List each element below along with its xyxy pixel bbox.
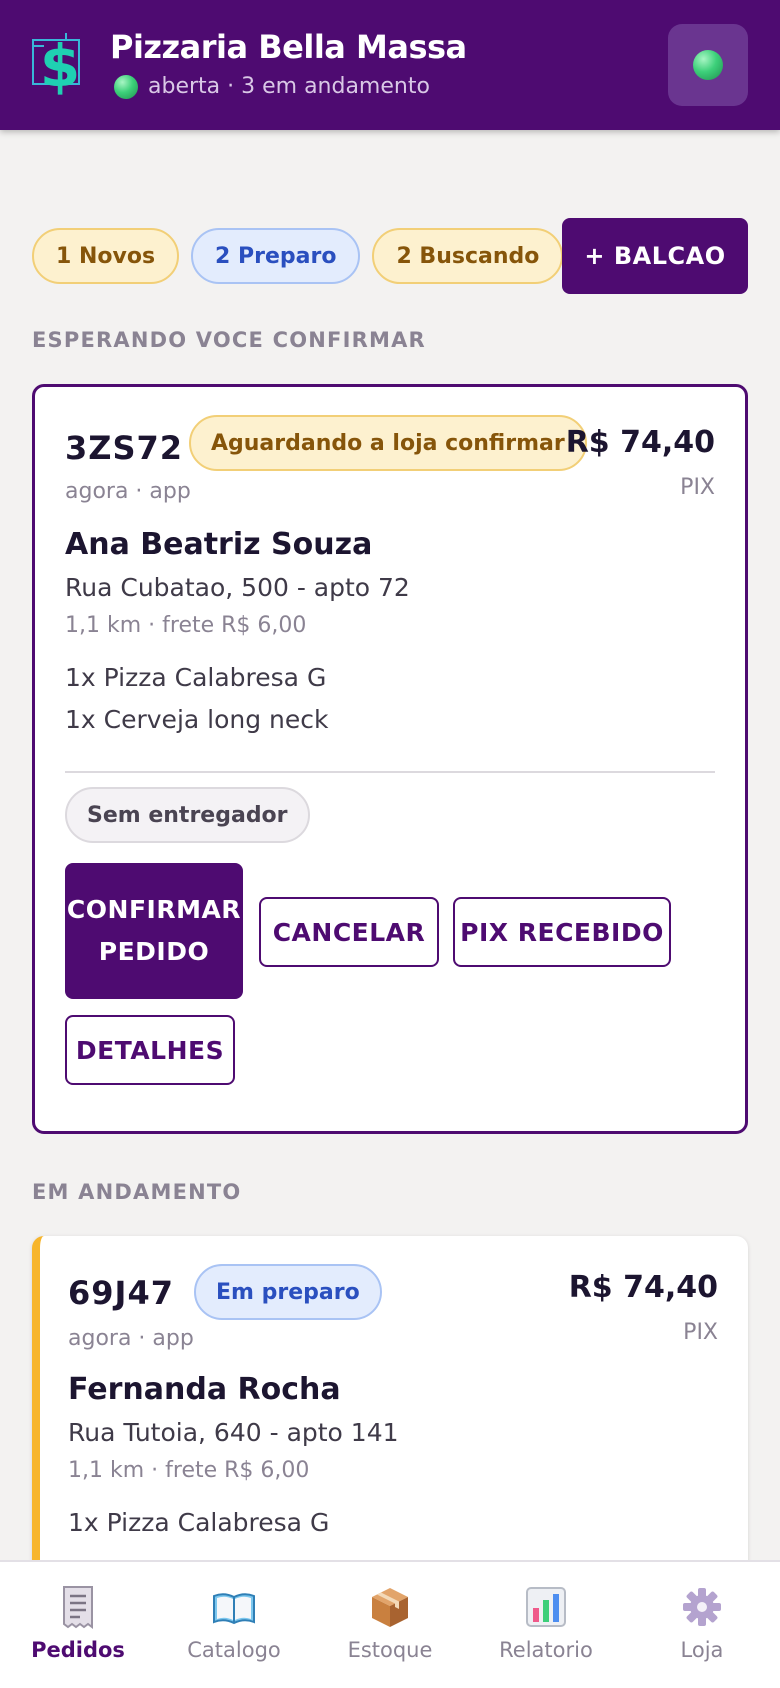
order-code: 69J47 [68, 1274, 174, 1312]
confirm-order-label-line2: PEDIDO [98, 937, 210, 966]
filter-chip-preparo[interactable]: 2 Preparo [191, 228, 361, 284]
order-details-button[interactable]: DETALHES [65, 1015, 235, 1085]
order-item: 1x Cerveja long neck [65, 705, 329, 734]
status-badge: Aguardando a loja confirmar [189, 415, 587, 471]
nav-item-catalogo[interactable]: Catalogo [156, 1562, 312, 1688]
nav-item-pedidos[interactable]: Pedidos [0, 1562, 156, 1688]
order-item: 1x Pizza Calabresa G [68, 1508, 330, 1537]
bottom-nav: Pedidos Catalogo Estoque Relatorio Loja [0, 1560, 780, 1688]
order-item: 1x Pizza Calabresa G [65, 663, 327, 692]
dollar-sign-icon: $ [32, 32, 80, 96]
new-counter-order-button[interactable]: + BALCAO [562, 218, 748, 294]
courier-chip[interactable]: Sem entregador [65, 787, 310, 843]
order-meta: agora · app [65, 479, 191, 504]
pix-received-button[interactable]: PIX RECEBIDO [453, 897, 671, 967]
customer-name: Ana Beatriz Souza [65, 527, 373, 562]
nav-item-loja[interactable]: Loja [624, 1562, 780, 1688]
order-price: R$ 74,40 [565, 425, 715, 460]
customer-address: Rua Tutoia, 640 - apto 141 [68, 1418, 399, 1447]
nav-item-estoque[interactable]: Estoque [312, 1562, 468, 1688]
divider [65, 771, 715, 773]
order-filters: 1 Novos 2 Preparo 2 Buscando [32, 228, 564, 284]
status-badge: Em preparo [194, 1264, 382, 1320]
svg-text:$: $ [40, 32, 80, 96]
nav-label: Loja [680, 1638, 724, 1662]
confirm-order-label-line1: CONFIRMAR [66, 894, 242, 924]
order-card-pending[interactable]: 3ZS72 Aguardando a loja confirmar R$ 74,… [32, 384, 748, 1134]
order-code: 3ZS72 [65, 429, 184, 467]
payment-method: PIX [680, 475, 715, 500]
order-price: R$ 74,40 [568, 1270, 718, 1305]
section-title-in-progress: EM ANDAMENTO [32, 1180, 242, 1204]
filter-chip-buscando[interactable]: 2 Buscando [372, 228, 564, 284]
nav-label: Estoque [347, 1638, 433, 1662]
online-indicator-icon [693, 50, 723, 80]
payment-method: PIX [683, 1320, 718, 1345]
nav-item-relatorio[interactable]: Relatorio [468, 1562, 624, 1688]
order-meta: agora · app [68, 1326, 194, 1351]
nav-label: Relatorio [499, 1638, 593, 1662]
store-status: aberta · 3 em andamento [114, 74, 430, 99]
package-icon [372, 1588, 408, 1627]
app-header: $ Pizzaria Bella Massa aberta · 3 em and… [0, 0, 780, 130]
status-dot-icon [114, 74, 138, 99]
gear-icon [683, 1588, 721, 1626]
filter-chip-novos[interactable]: 1 Novos [32, 228, 180, 284]
confirm-order-button[interactable]: CONFIRMAR PEDIDO [65, 863, 243, 999]
store-name: Pizzaria Bella Massa [110, 28, 467, 66]
cancel-order-button[interactable]: CANCELAR [259, 897, 439, 967]
store-status-toggle[interactable] [668, 24, 748, 106]
book-icon [213, 1593, 255, 1625]
nav-label: Pedidos [31, 1638, 125, 1662]
delivery-distance: 1,1 km · frete R$ 6,00 [65, 613, 307, 638]
section-title-pending: ESPERANDO VOCE CONFIRMAR [32, 328, 426, 352]
store-status-text: aberta · 3 em andamento [148, 74, 430, 99]
nav-label: Catalogo [187, 1638, 281, 1662]
customer-address: Rua Cubatao, 500 - apto 72 [65, 573, 410, 602]
customer-name: Fernanda Rocha [68, 1372, 341, 1407]
delivery-distance: 1,1 km · frete R$ 6,00 [68, 1458, 310, 1483]
receipt-icon [63, 1586, 93, 1629]
bar-chart-icon [526, 1587, 566, 1627]
